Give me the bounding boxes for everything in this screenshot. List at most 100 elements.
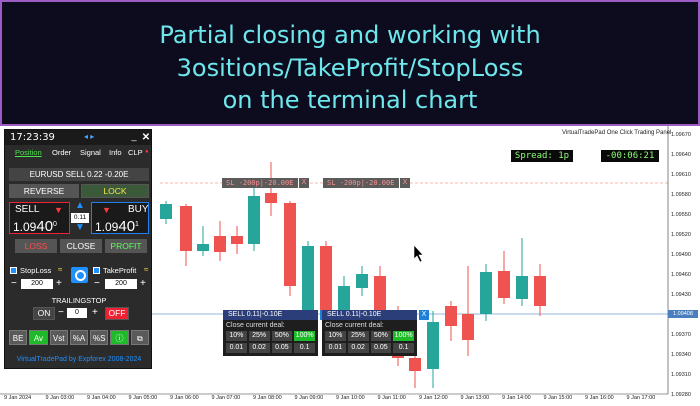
settings-gear-icon[interactable]	[71, 267, 88, 283]
candle-body	[356, 274, 368, 288]
sl-remove-button-1[interactable]: X	[299, 178, 309, 188]
close-lot-005-button[interactable]: 0.05	[370, 343, 392, 353]
bar-timer: -00:06:21	[601, 150, 659, 162]
tab-info[interactable]: Info	[109, 148, 122, 157]
takeprofit-input[interactable]: 200	[105, 279, 137, 289]
close-lot-001-button[interactable]: 0.01	[226, 343, 247, 353]
close-lot-002-button[interactable]: 0.02	[347, 343, 369, 353]
deal-close-button[interactable]: X	[419, 310, 429, 320]
takeprofit-mode-icon[interactable]: ≈	[144, 265, 148, 274]
panel-nav-arrows-icon[interactable]: ◂ ▸	[84, 132, 94, 141]
price-tick-label: 1.09370	[671, 332, 691, 338]
percent-a-button[interactable]: %A	[69, 330, 89, 345]
stoploss-plus-icon[interactable]: +	[56, 279, 62, 289]
trailing-off-button[interactable]: OFF	[105, 307, 129, 320]
close-lot-001-button[interactable]: 0.01	[325, 343, 346, 353]
panel-window-title: VirtualTradePad One Click Trading Panel	[562, 130, 672, 136]
close-50pct-button[interactable]: 50%	[370, 331, 392, 341]
takeprofit-minus-icon[interactable]: −	[94, 279, 100, 289]
candle-body	[231, 236, 243, 244]
sl-tag-2[interactable]: SL -200p|-20.00E	[323, 178, 399, 188]
price-tick-label: 1.09340	[671, 352, 691, 358]
close-lot-002-button[interactable]: 0.02	[248, 343, 270, 353]
lock-button[interactable]: LOCK	[81, 184, 149, 198]
close-all-button[interactable]: CLOSE	[60, 239, 102, 253]
close-100pct-button[interactable]: 100%	[294, 331, 315, 341]
price-tick-label: 1.09520	[671, 232, 691, 238]
title-banner: Partial closing and working with 3ositio…	[0, 0, 700, 126]
sl-tag-1[interactable]: SL -200p|-20.00E	[222, 178, 298, 188]
server-time: 17:23:39	[10, 132, 55, 143]
close-lot-005-button[interactable]: 0.05	[271, 343, 293, 353]
tab-signal[interactable]: Signal	[80, 148, 101, 157]
time-tick-label: 9 Jan 06:00	[170, 395, 199, 401]
deal-subtitle: Close current deal:	[226, 322, 285, 329]
buy-button[interactable]: ▼ BUY 1.09401	[91, 202, 149, 235]
candle-body	[445, 306, 457, 326]
candle-body	[160, 204, 172, 219]
candle-body	[534, 276, 546, 306]
close-10pct-button[interactable]: 10%	[226, 331, 247, 341]
chevron-down-icon: ▼	[54, 205, 63, 215]
time-tick-label: 9 Jan 15:00	[543, 395, 573, 401]
stoploss-input[interactable]: 200	[21, 279, 53, 289]
panel-titlebar[interactable]: 17:23:39 ◂ ▸ _ ✕	[5, 130, 151, 145]
time-tick-label: 9 Jan 03:00	[45, 395, 75, 401]
percent-s-button[interactable]: %S	[90, 330, 109, 345]
window-icon[interactable]: ⧉	[130, 330, 149, 345]
stoploss-checkbox[interactable]	[10, 267, 17, 274]
time-tick-label: 9 Jan 07:00	[211, 395, 241, 401]
virtual-stop-button[interactable]: Vst	[49, 330, 68, 345]
candle-body	[480, 272, 492, 314]
deal-popup-2: SELL 0.11|-0.10E X Close current deal: 10…	[322, 310, 429, 356]
trailing-minus-icon[interactable]: −	[58, 308, 64, 318]
breakeven-button[interactable]: BE	[9, 330, 28, 345]
takeprofit-plus-icon[interactable]: +	[140, 279, 146, 289]
close-button[interactable]: ✕	[141, 132, 151, 143]
close-10pct-button[interactable]: 10%	[325, 331, 346, 341]
close-25pct-button[interactable]: 25%	[347, 331, 369, 341]
price-tick-label: 1.09460	[671, 272, 691, 278]
sl-remove-button-2[interactable]: X	[400, 178, 410, 188]
trailing-on-button[interactable]: ON	[33, 307, 55, 320]
close-25pct-button[interactable]: 25%	[248, 331, 270, 341]
deal-header: SELL 0.11|-0.10EX	[322, 310, 429, 320]
candle-body	[427, 322, 439, 369]
average-button[interactable]: Av	[29, 330, 48, 345]
stoploss-minus-icon[interactable]: −	[11, 279, 17, 289]
lot-decrease-icon[interactable]: ▼	[71, 223, 89, 233]
tab-order[interactable]: Order	[52, 148, 71, 157]
takeprofit-checkbox[interactable]	[93, 267, 100, 274]
minimize-button[interactable]: _	[129, 132, 139, 143]
sell-price: 1.09400	[13, 218, 57, 235]
buy-price: 1.09401	[95, 218, 139, 235]
sell-button[interactable]: SELL ▼ 1.09400	[9, 202, 70, 235]
info-icon[interactable]: ⓘ	[110, 330, 129, 345]
close-lot-01-button[interactable]: 0.1	[294, 343, 315, 353]
close-profit-button[interactable]: PROFIT	[105, 239, 147, 253]
trailing-input[interactable]: 0	[67, 308, 87, 318]
time-tick-label: 9 Jan 13:00	[460, 395, 490, 401]
price-axis: 1.09670 1.09640 1.09610 1.09580 1.09550 1.095…	[669, 126, 700, 398]
candle-body	[214, 236, 226, 252]
trailing-plus-icon[interactable]: +	[92, 308, 98, 318]
stoploss-label: StopLoss	[20, 266, 52, 275]
lot-increase-icon[interactable]: ▲	[71, 201, 89, 211]
candle-body	[516, 276, 528, 299]
close-loss-button[interactable]: LOSS	[15, 239, 57, 253]
bottom-toolbar: BE Av Vst %A %S ⓘ ⧉	[9, 330, 149, 345]
deal-subtitle: Close current deal:	[325, 322, 384, 329]
tab-position[interactable]: Position	[15, 148, 42, 157]
candle-body	[197, 244, 209, 251]
stoploss-mode-icon[interactable]: ≈	[58, 265, 62, 274]
price-tick-label: 1.09310	[671, 372, 691, 378]
reverse-button[interactable]: REVERSE	[9, 184, 79, 198]
close-100pct-button[interactable]: 100%	[393, 331, 414, 341]
tab-clp[interactable]: CLP	[128, 148, 143, 157]
current-price-label: 1.09408	[668, 310, 698, 318]
close-lot-01-button[interactable]: 0.1	[393, 343, 414, 353]
time-tick-label: 9 Jan 14:00	[502, 395, 531, 401]
close-50pct-button[interactable]: 50%	[271, 331, 293, 341]
takeprofit-label: TakeProfit	[103, 266, 137, 275]
trailing-stop-label: TRAILINGSTOP	[51, 296, 107, 305]
